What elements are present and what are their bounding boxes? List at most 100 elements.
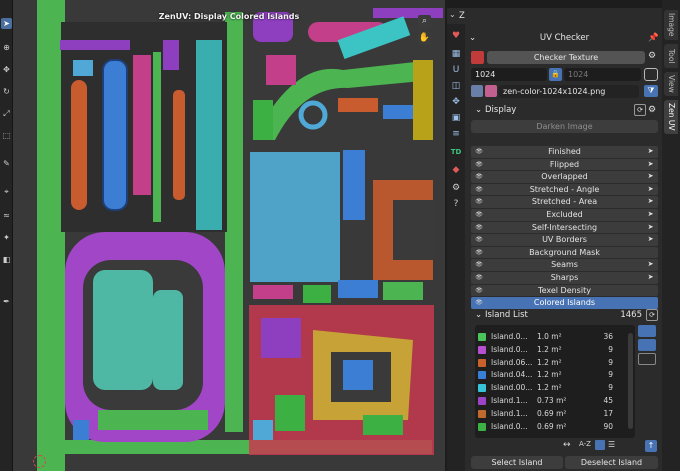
sort-asc-icon[interactable]: ↑ bbox=[645, 440, 657, 452]
display-toggle-row[interactable]: 👁 Flipped ➤ bbox=[471, 158, 658, 171]
uv-viewport[interactable]: ZenUV: Display Colored Islands ⌕ ✋ bbox=[13, 0, 445, 471]
move-tool-icon[interactable]: ✥ bbox=[1, 64, 12, 75]
filter-grid-icon[interactable] bbox=[595, 440, 605, 450]
tab-image[interactable]: Image bbox=[664, 10, 678, 40]
tab-view[interactable]: View bbox=[664, 72, 678, 96]
gear-icon[interactable]: ⚙ bbox=[450, 182, 462, 194]
island-row[interactable]: Island.1... 0.73 m² 45 bbox=[475, 395, 635, 407]
refresh-icon[interactable]: ⟳ bbox=[646, 308, 658, 321]
pinch-tool-icon[interactable]: ✦ bbox=[1, 232, 12, 243]
hand-pan-icon[interactable]: ✋ bbox=[418, 32, 431, 45]
grab-tool-icon[interactable]: ⌖ bbox=[1, 186, 12, 197]
gear-icon[interactable]: ⚙ bbox=[646, 105, 658, 115]
texture-name-field[interactable]: zen-color-1024x1024.png bbox=[499, 85, 639, 98]
display-toggle-row[interactable]: 👁 Stretched - Angle ➤ bbox=[471, 183, 658, 196]
heart-icon[interactable]: ♥ bbox=[450, 30, 462, 42]
sort-icon[interactable] bbox=[638, 353, 656, 365]
eye-icon[interactable]: 👁 bbox=[474, 159, 484, 170]
eye-icon[interactable]: 👁 bbox=[474, 285, 484, 296]
camera-icon[interactable] bbox=[644, 68, 658, 81]
texel-density-icon[interactable]: TD bbox=[450, 146, 462, 158]
eye-icon[interactable]: 👁 bbox=[474, 234, 484, 245]
eye-icon[interactable]: 👁 bbox=[474, 247, 484, 258]
eye-icon[interactable]: 👁 bbox=[474, 146, 484, 157]
eye-icon[interactable]: 👁 bbox=[474, 196, 484, 207]
cursor-arrow-icon[interactable]: ➤ bbox=[646, 196, 655, 207]
chevron-down-icon[interactable]: ⌄ bbox=[475, 105, 485, 115]
sample-tool-icon[interactable]: ✒ bbox=[1, 296, 12, 307]
display-toggle-row[interactable]: 👁 Overlapped ➤ bbox=[471, 171, 658, 183]
island-row[interactable]: Island.04... 1.2 m² 9 bbox=[475, 369, 635, 381]
cursor-arrow-icon[interactable]: ➤ bbox=[646, 209, 655, 220]
island-row[interactable]: Island.0... 1.2 m² 9 bbox=[475, 344, 635, 356]
cursor-arrow-icon[interactable]: ➤ bbox=[646, 272, 655, 283]
cursor-arrow-icon[interactable]: ➤ bbox=[646, 146, 655, 157]
grid-icon[interactable]: ▦ bbox=[450, 48, 462, 60]
pack-icon[interactable]: ▣ bbox=[450, 112, 462, 124]
display-toggle-row[interactable]: 👁 Texel Density bbox=[471, 284, 658, 297]
island-list[interactable]: Island.0... 1.0 m² 36 Island.0... 1.2 m² 9 Isl… bbox=[475, 325, 635, 438]
display-toggle-row[interactable]: 👁 Sharps ➤ bbox=[471, 272, 658, 284]
select-tool-icon[interactable]: ➤ bbox=[1, 18, 12, 29]
display-toggle-row[interactable]: 👁 Finished ➤ bbox=[471, 146, 658, 158]
chevron-down-icon[interactable]: ⌄ bbox=[449, 10, 456, 19]
select-island-button[interactable]: Select Island bbox=[471, 456, 563, 469]
deselect-island-button[interactable]: Deselect Island bbox=[565, 456, 658, 469]
display-toggle-row[interactable]: 👁 Stretched - Area ➤ bbox=[471, 196, 658, 208]
expand-icon[interactable]: ↔ bbox=[563, 440, 571, 450]
relax-tool-icon[interactable]: ≈ bbox=[1, 210, 12, 221]
cursor-arrow-icon[interactable]: ➤ bbox=[646, 159, 655, 170]
chevron-down-icon[interactable]: ⌄ bbox=[469, 33, 481, 43]
eye-icon[interactable]: 👁 bbox=[474, 259, 484, 270]
transform-tool-icon[interactable]: ⬚ bbox=[1, 130, 12, 141]
resolution-x-field[interactable]: 1024 bbox=[471, 68, 547, 81]
display-toggle-row[interactable]: 👁 Excluded ➤ bbox=[471, 209, 658, 221]
cursor-arrow-icon[interactable]: ➤ bbox=[646, 184, 655, 195]
refresh-icon[interactable]: ⟳ bbox=[634, 103, 646, 116]
cursor-arrow-icon[interactable]: ➤ bbox=[646, 171, 655, 182]
stack-icon[interactable]: ≡ bbox=[450, 128, 462, 140]
help-icon[interactable]: ? bbox=[450, 198, 462, 210]
pin-icon[interactable]: 📌 bbox=[648, 33, 659, 43]
list-view-icon[interactable] bbox=[638, 325, 656, 337]
transform-icon[interactable]: ✥ bbox=[450, 96, 462, 108]
darken-image-button[interactable]: Darken Image bbox=[471, 120, 658, 133]
display-toggle-row[interactable]: 👁 UV Borders ➤ bbox=[471, 234, 658, 246]
eye-icon[interactable]: 👁 bbox=[474, 209, 484, 220]
gear-icon[interactable]: ⚙ bbox=[646, 51, 658, 64]
filter-icon[interactable]: ⧩ bbox=[644, 85, 658, 97]
eye-icon[interactable]: 👁 bbox=[474, 171, 484, 182]
3d-cursor-icon[interactable] bbox=[33, 455, 46, 468]
chevron-down-icon[interactable]: ⌄ bbox=[475, 310, 485, 320]
uv-checker-header[interactable]: ⌄ UV Checker 📌 bbox=[469, 30, 659, 45]
cursor-arrow-icon[interactable]: ➤ bbox=[646, 222, 655, 233]
texture-preview-icon[interactable] bbox=[485, 85, 497, 97]
tab-tool[interactable]: Tool bbox=[664, 44, 678, 68]
zoom-icon[interactable]: ⌕ bbox=[418, 15, 431, 28]
island-row[interactable]: Island.06... 1.2 m² 9 bbox=[475, 357, 635, 369]
island-row[interactable]: Island.0... 0.69 m² 90 bbox=[475, 421, 635, 433]
lock-icon[interactable]: 🔒 bbox=[549, 68, 562, 81]
display-toggle-row[interactable]: 👁 Seams ➤ bbox=[471, 259, 658, 271]
checker-icon[interactable]: ◆ bbox=[450, 164, 462, 176]
resolution-y-field[interactable]: 1024 bbox=[564, 68, 641, 81]
eye-icon[interactable]: 👁 bbox=[474, 272, 484, 283]
tab-zen-uv[interactable]: Zen UV bbox=[664, 100, 678, 134]
display-toggle-row[interactable]: 👁 Self-Intersecting ➤ bbox=[471, 221, 658, 234]
unwrap-icon[interactable]: U bbox=[450, 64, 462, 76]
sort-alpha-icon[interactable]: A-Z bbox=[579, 440, 591, 448]
island-row[interactable]: Island.0... 1.0 m² 36 bbox=[475, 331, 635, 343]
cursor-arrow-icon[interactable]: ➤ bbox=[646, 259, 655, 270]
island-list-header[interactable]: ⌄ Island List 1465 ⟳ bbox=[475, 307, 658, 322]
grid-view-icon[interactable] bbox=[638, 339, 656, 351]
display-header[interactable]: ⌄ Display ⟳ ⚙ bbox=[475, 102, 658, 117]
island-row[interactable]: Island.00... 1.2 m² 9 bbox=[475, 382, 635, 394]
cursor-arrow-icon[interactable]: ➤ bbox=[646, 234, 655, 245]
rotate-tool-icon[interactable]: ↻ bbox=[1, 86, 12, 97]
cursor-tool-icon[interactable]: ⊕ bbox=[1, 42, 12, 53]
scale-tool-icon[interactable]: ⤢ bbox=[1, 108, 12, 119]
select-islands-icon[interactable]: ◫ bbox=[450, 80, 462, 92]
eye-icon[interactable]: 👁 bbox=[474, 222, 484, 233]
island-row[interactable]: Island.1... 0.69 m² 17 bbox=[475, 408, 635, 420]
annotate-tool-icon[interactable]: ✎ bbox=[1, 158, 12, 169]
